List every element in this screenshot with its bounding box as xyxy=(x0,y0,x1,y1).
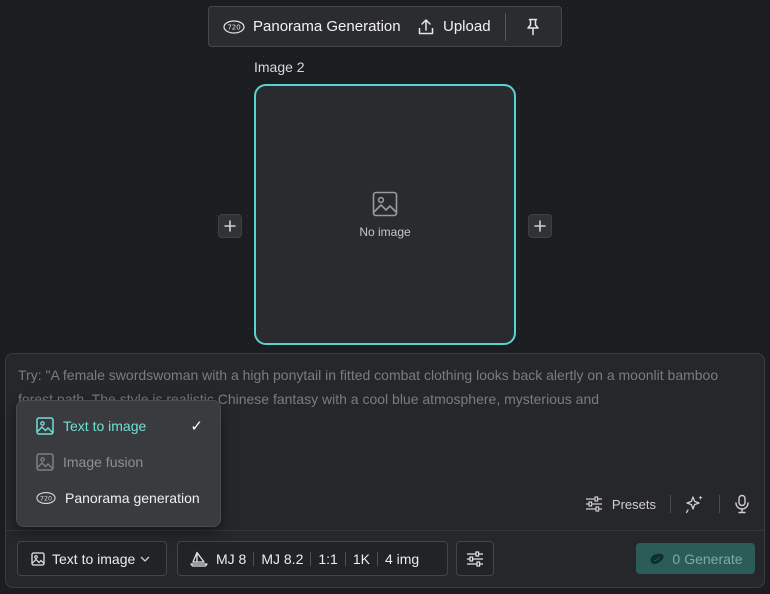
chevron-down-icon xyxy=(140,556,150,562)
dropdown-item-image-fusion[interactable]: Image fusion xyxy=(17,444,220,480)
add-left-button[interactable] xyxy=(218,214,242,238)
pin-icon xyxy=(527,18,539,35)
tools-divider xyxy=(670,495,671,513)
model-divider xyxy=(376,551,378,566)
model-divider xyxy=(310,551,312,566)
magic-enhance-button[interactable] xyxy=(685,494,705,514)
node-toolbar: 720 Panorama Generation Upload xyxy=(208,6,562,47)
model-divider xyxy=(344,551,346,566)
mode-select-label: Text to image xyxy=(52,550,136,567)
voice-input-button[interactable] xyxy=(734,494,750,514)
model-divider xyxy=(253,551,255,566)
advanced-settings-button[interactable] xyxy=(456,541,494,576)
image-icon xyxy=(36,417,54,435)
presets-label: Presets xyxy=(611,496,656,512)
image-node-card[interactable]: No image xyxy=(254,84,516,345)
dropdown-item-panorama-generation[interactable]: 720 Panorama generation xyxy=(17,480,220,516)
panel-divider xyxy=(6,530,764,531)
generate-label: Generate xyxy=(684,550,743,567)
aspect-ratio: 1:1 xyxy=(318,550,338,567)
prompt-tools: Presets xyxy=(585,492,750,516)
panorama-720-text: 720 xyxy=(40,495,52,502)
add-right-button[interactable] xyxy=(528,214,552,238)
upload-icon xyxy=(418,18,434,34)
upload-button[interactable]: Upload xyxy=(407,7,505,46)
plus-icon xyxy=(534,220,546,232)
model-settings-button[interactable]: MJ 8 MJ 8.2 1:1 1K 4 img xyxy=(177,541,448,576)
image-icon xyxy=(31,551,45,566)
plus-icon xyxy=(224,220,236,232)
dropdown-item-label: Image fusion xyxy=(63,454,144,470)
microphone-icon xyxy=(735,494,749,514)
image-placeholder-icon xyxy=(372,191,398,216)
pin-button[interactable] xyxy=(506,7,560,46)
model-subversion: MJ 8.2 xyxy=(261,550,304,567)
panorama-generation-button[interactable]: 720 Panorama Generation xyxy=(209,7,407,46)
sailboat-icon xyxy=(190,551,208,567)
resolution: 1K xyxy=(352,550,370,567)
check-icon: ✓ xyxy=(190,418,203,435)
panorama-720-icon: 720 xyxy=(223,19,245,34)
image-count: 4 img xyxy=(384,550,420,567)
generate-button[interactable]: 0 Generate xyxy=(636,543,755,574)
dropdown-item-text-to-image[interactable]: Text to image ✓ xyxy=(17,408,220,444)
generate-cost: 0 xyxy=(672,550,681,567)
node-title: Image 2 xyxy=(254,59,305,75)
upload-label: Upload xyxy=(443,18,491,35)
tools-divider xyxy=(719,495,720,513)
model-version: MJ 8 xyxy=(216,550,247,567)
panorama-720-icon: 720 xyxy=(36,492,56,504)
image-icon xyxy=(36,453,54,471)
mode-select[interactable]: Text to image xyxy=(17,541,167,576)
sliders-icon xyxy=(585,496,602,512)
mode-dropdown-menu: Text to image ✓ Image fusion 720 Panoram… xyxy=(16,400,221,527)
settings-sliders-icon xyxy=(467,550,483,567)
panorama-generation-label: Panorama Generation xyxy=(253,18,401,35)
sparkle-icon xyxy=(685,495,703,514)
dropdown-item-label: Text to image xyxy=(63,418,147,434)
dropdown-item-label: Panorama generation xyxy=(65,490,200,506)
no-image-text: No image xyxy=(359,224,411,239)
presets-button[interactable]: Presets xyxy=(585,496,656,512)
bean-icon xyxy=(650,553,664,564)
panorama-720-text: 720 xyxy=(227,23,240,31)
